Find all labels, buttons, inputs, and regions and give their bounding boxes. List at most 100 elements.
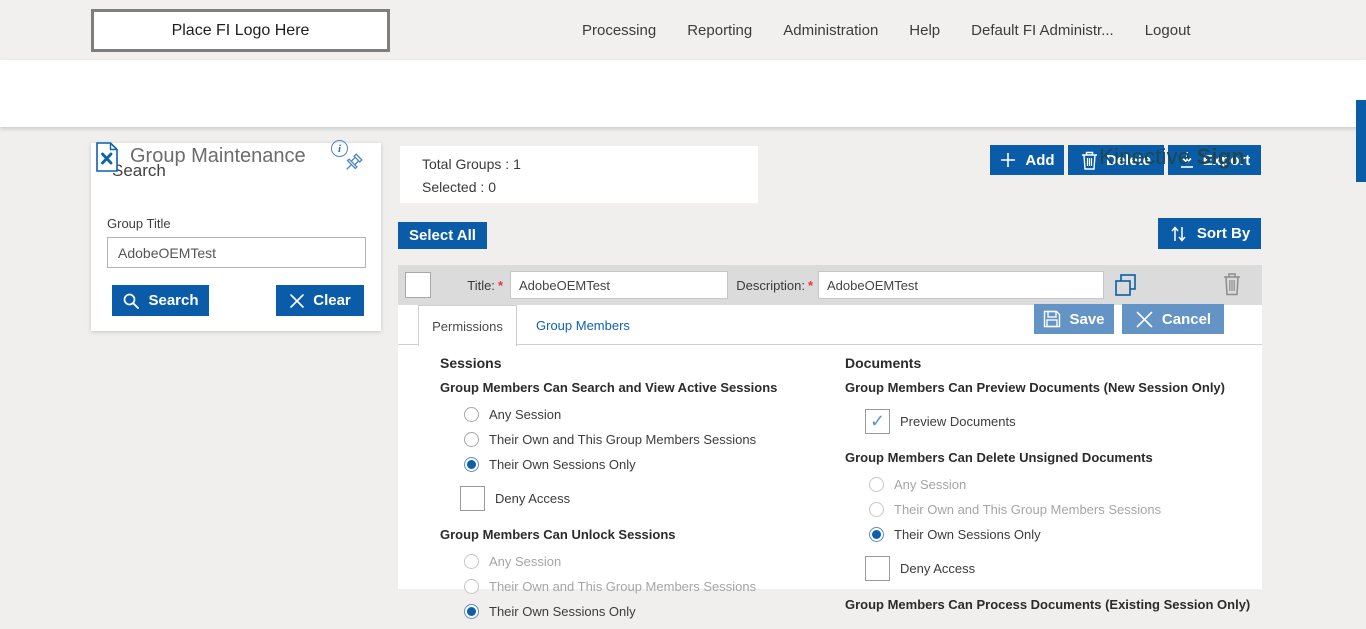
permission-group-title: Group Members Can Preview Documents (New… <box>845 380 1262 395</box>
search-panel: Search Group Title Search Clear <box>91 143 381 331</box>
search-button[interactable]: Search <box>112 285 209 316</box>
info-icon[interactable]: i <box>331 140 348 157</box>
title-input[interactable] <box>510 271 728 299</box>
option-label: Any Session <box>489 407 561 422</box>
trash-icon <box>1081 151 1098 170</box>
permission-group-title: Group Members Can Process Documents (Exi… <box>845 597 1262 612</box>
required-marker: * <box>808 278 813 293</box>
row-trash-icon[interactable] <box>1222 272 1242 301</box>
radio-unchecked-icon[interactable] <box>869 502 884 517</box>
floppy-save-icon <box>1043 310 1061 328</box>
option-label: Any Session <box>894 477 966 492</box>
brand-logo: Kinective Sign <box>1099 144 1245 170</box>
save-button[interactable]: Save <box>1034 304 1114 334</box>
group-title-label: Group Title <box>107 216 171 231</box>
permissions-content: Sessions Group Members Can Search and Vie… <box>398 346 1262 629</box>
select-all-button[interactable]: Select All <box>398 222 487 249</box>
section-heading: Sessions <box>440 355 845 371</box>
radio-unchecked-icon[interactable] <box>464 554 479 569</box>
section-heading: Documents <box>845 355 1262 371</box>
radio-option[interactable]: Any Session <box>464 554 845 569</box>
group-title-input[interactable] <box>107 237 366 268</box>
clear-x-icon <box>289 293 305 309</box>
sort-by-label: Sort By <box>1197 225 1250 242</box>
permission-group-title: Group Members Can Delete Unsigned Docume… <box>845 450 1262 465</box>
sort-by-button[interactable]: Sort By <box>1158 218 1261 249</box>
option-label: Their Own and This Group Members Session… <box>489 579 756 594</box>
group-row: Title:* Description:* <box>398 265 1262 305</box>
option-label: Deny Access <box>495 491 570 506</box>
clear-button[interactable]: Clear <box>276 285 364 316</box>
plus-icon <box>999 151 1017 169</box>
save-button-label: Save <box>1069 311 1104 328</box>
tab-permissions[interactable]: Permissions <box>418 305 517 346</box>
top-bar: Place FI Logo Here Processing Reporting … <box>0 0 1366 60</box>
fi-logo-placeholder: Place FI Logo Here <box>91 9 390 52</box>
checkbox-checked-icon[interactable]: ✓ <box>865 409 890 434</box>
clear-button-label: Clear <box>313 292 351 309</box>
checkbox-unchecked-icon[interactable] <box>460 486 485 511</box>
checkbox-option[interactable]: ✓ Preview Documents <box>865 409 1262 434</box>
radio-unchecked-icon[interactable] <box>869 477 884 492</box>
option-label: Their Own Sessions Only <box>894 527 1041 542</box>
title-field-label: Title:* <box>438 278 503 293</box>
total-groups-value: 1 <box>513 156 521 172</box>
checkbox-option[interactable]: Deny Access <box>865 556 1262 581</box>
nav-processing[interactable]: Processing <box>582 22 656 39</box>
radio-option[interactable]: Their Own Sessions Only <box>869 527 1262 542</box>
permission-group-title: Group Members Can Search and View Active… <box>440 380 845 395</box>
radio-unchecked-icon[interactable] <box>464 407 479 422</box>
checkbox-unchecked-icon[interactable] <box>865 556 890 581</box>
nav-logout[interactable]: Logout <box>1145 22 1191 39</box>
page-title: Group Maintenance <box>130 145 306 168</box>
selected-value: 0 <box>488 179 496 195</box>
group-row-checkbox[interactable] <box>405 272 431 298</box>
cancel-button[interactable]: Cancel <box>1122 304 1224 334</box>
nav-administration[interactable]: Administration <box>783 22 878 39</box>
permissions-column: Sessions Group Members Can Search and Vie… <box>440 355 845 629</box>
description-input[interactable] <box>818 271 1104 299</box>
option-label: Preview Documents <box>900 414 1016 429</box>
top-nav: Processing Reporting Administration Help… <box>582 0 1191 60</box>
description-field-label: Description:* <box>733 278 813 293</box>
option-label: Deny Access <box>900 561 975 576</box>
radio-option[interactable]: Their Own Sessions Only <box>464 457 845 472</box>
option-label: Their Own and This Group Members Session… <box>894 502 1161 517</box>
nav-current-user[interactable]: Default FI Administr... <box>971 22 1114 39</box>
tab-group-members[interactable]: Group Members <box>518 305 648 345</box>
radio-option[interactable]: Their Own and This Group Members Session… <box>869 502 1262 517</box>
add-button[interactable]: Add <box>990 145 1064 175</box>
group-detail-panel: Title:* Description:* Permissions Group … <box>398 265 1262 589</box>
cancel-x-icon <box>1135 310 1154 329</box>
radio-option[interactable]: Their Own and This Group Members Session… <box>464 432 845 447</box>
sort-arrows-icon <box>1169 224 1189 244</box>
radio-unchecked-icon[interactable] <box>464 432 479 447</box>
radio-checked-icon[interactable] <box>464 457 479 472</box>
cancel-button-label: Cancel <box>1162 311 1211 328</box>
add-button-label: Add <box>1025 152 1054 169</box>
document-x-icon <box>95 142 119 177</box>
pin-icon[interactable] <box>342 153 364 182</box>
summary-box: Total Groups :1 Selected :0 <box>400 146 758 203</box>
option-label: Their Own Sessions Only <box>489 457 636 472</box>
nav-reporting[interactable]: Reporting <box>687 22 752 39</box>
checkbox-option[interactable]: Deny Access <box>460 486 845 511</box>
radio-option[interactable]: Their Own and This Group Members Session… <box>464 579 845 594</box>
radio-option[interactable]: Any Session <box>464 407 845 422</box>
total-groups-line: Total Groups :1 <box>422 156 758 172</box>
copy-icon[interactable] <box>1112 272 1139 304</box>
radio-option[interactable]: Their Own Sessions Only <box>464 604 845 619</box>
nav-help[interactable]: Help <box>909 22 940 39</box>
option-label: Their Own and This Group Members Session… <box>489 432 756 447</box>
search-button-label: Search <box>148 292 198 309</box>
selected-line: Selected :0 <box>422 179 758 195</box>
radio-checked-icon[interactable] <box>869 527 884 542</box>
radio-checked-icon[interactable] <box>464 604 479 619</box>
radio-unchecked-icon[interactable] <box>464 579 479 594</box>
permissions-column: Documents Group Members Can Preview Docum… <box>845 355 1262 629</box>
scrollbar-thumb[interactable] <box>1356 100 1366 182</box>
search-icon <box>122 292 140 310</box>
radio-option[interactable]: Any Session <box>869 477 1262 492</box>
page-header: Group Maintenance i Kinective Sign <box>0 60 1366 127</box>
required-marker: * <box>498 278 503 293</box>
